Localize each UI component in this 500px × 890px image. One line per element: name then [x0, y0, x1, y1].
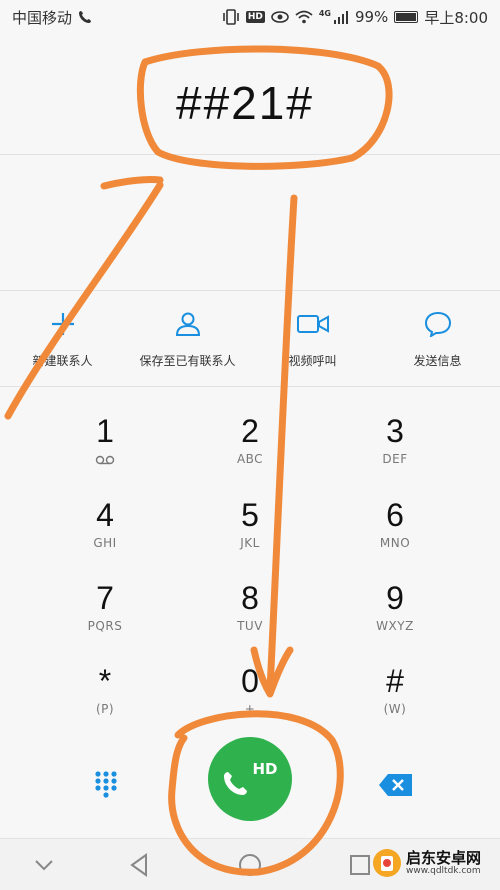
nav-recents-button[interactable] [346, 851, 374, 879]
key-9[interactable]: 9 WXYZ [325, 579, 465, 659]
status-bar: 中国移动 HD 4G 99% 早上8:00 [0, 0, 500, 34]
watermark-title: 启东安卓网 [406, 849, 482, 867]
wifi-calling-icon [79, 11, 92, 23]
home-circle-icon [239, 854, 261, 876]
actions-row: 新建联系人 保存至已有联系人 视频呼叫 发送信息 [0, 290, 500, 386]
action-label-send-message: 发送信息 [413, 354, 462, 368]
key-letters: (P) [95, 702, 115, 716]
key-digit: 3 [386, 413, 404, 449]
key-hash[interactable]: # (W) [325, 662, 465, 742]
key-letters: + [244, 702, 256, 716]
nav-hide-button[interactable] [30, 851, 58, 879]
key-letters: DEF [382, 452, 408, 466]
hd-badge: HD [245, 11, 265, 23]
eye-comfort-icon [271, 11, 289, 23]
save-to-existing-contact-button[interactable]: 保存至已有联系人 [125, 290, 250, 369]
key-digit: 4 [96, 497, 114, 533]
signal-icon [333, 11, 348, 24]
new-contact-button[interactable]: 新建联系人 [0, 290, 125, 369]
key-digit: 7 [96, 580, 114, 616]
key-digit: 9 [386, 580, 404, 616]
key-letters: ABC [236, 452, 264, 466]
key-2[interactable]: 2 ABC [180, 412, 320, 492]
call-hd-label: HD [252, 760, 278, 778]
plus-icon [51, 313, 74, 335]
action-label-save-existing: 保存至已有联系人 [139, 354, 236, 368]
key-6[interactable]: 6 MNO [325, 496, 465, 576]
key-digit: # [386, 663, 404, 699]
key-0[interactable]: 0 + [180, 662, 320, 742]
dialpad-toggle-button[interactable] [90, 768, 122, 800]
video-call-button[interactable]: 视频呼叫 [250, 290, 375, 369]
backspace-icon [379, 774, 412, 796]
chevron-down-icon [35, 860, 53, 871]
actions-bottom-divider [0, 386, 500, 387]
battery-percent: 99% [354, 8, 389, 26]
key-4[interactable]: 4 GHI [35, 496, 175, 576]
display-divider [0, 154, 500, 155]
key-letters: MNO [379, 536, 411, 550]
recents-square-icon [350, 855, 370, 875]
watermark-logo-icon [373, 849, 401, 877]
network-type-badge: 4G [318, 8, 331, 18]
site-watermark: 启东安卓网 www.qdltdk.com [372, 848, 481, 878]
key-letters: (W) [383, 702, 407, 716]
key-letters: PQRS [87, 619, 123, 633]
key-digit: 2 [241, 413, 259, 449]
key-7[interactable]: 7 PQRS [35, 579, 175, 659]
key-star[interactable]: * (P) [35, 662, 175, 742]
battery-icon [394, 11, 419, 23]
back-triangle-icon [130, 853, 147, 877]
key-digit: 8 [241, 580, 259, 616]
key-letters: WXYZ [376, 619, 414, 633]
key-digit: 5 [241, 497, 259, 533]
key-letters: TUV [237, 619, 263, 633]
dialed-number: ##21# [176, 77, 314, 129]
key-8[interactable]: 8 TUV [180, 579, 320, 659]
voicemail-icon [95, 455, 115, 465]
clock: 早上8:00 [424, 8, 488, 27]
wifi-icon [295, 10, 313, 24]
key-letters: GHI [93, 536, 117, 550]
phone-icon [224, 772, 248, 795]
key-digit: 0 [241, 663, 259, 699]
key-digit: * [98, 663, 112, 699]
key-digit: 1 [96, 413, 114, 449]
nav-home-button[interactable] [236, 851, 264, 879]
action-label-new-contact: 新建联系人 [32, 354, 93, 368]
message-icon [424, 311, 451, 337]
watermark-url: www.qdltdk.com [406, 866, 481, 876]
vibrate-icon [223, 9, 239, 25]
nav-back-button[interactable] [126, 851, 154, 879]
hd-call-button[interactable]: HD [208, 737, 292, 821]
carrier-name: 中国移动 [12, 8, 73, 27]
key-1[interactable]: 1 [35, 412, 175, 492]
dialpad-icon [95, 771, 117, 798]
key-letters: JKL [240, 536, 260, 550]
send-message-button[interactable]: 发送信息 [375, 290, 500, 369]
video-icon [296, 315, 329, 333]
key-3[interactable]: 3 DEF [325, 412, 465, 492]
action-label-video-call: 视频呼叫 [288, 354, 337, 368]
person-icon [175, 312, 200, 336]
key-digit: 6 [386, 497, 404, 533]
key-5[interactable]: 5 JKL [180, 496, 320, 576]
delete-button[interactable] [376, 770, 416, 800]
